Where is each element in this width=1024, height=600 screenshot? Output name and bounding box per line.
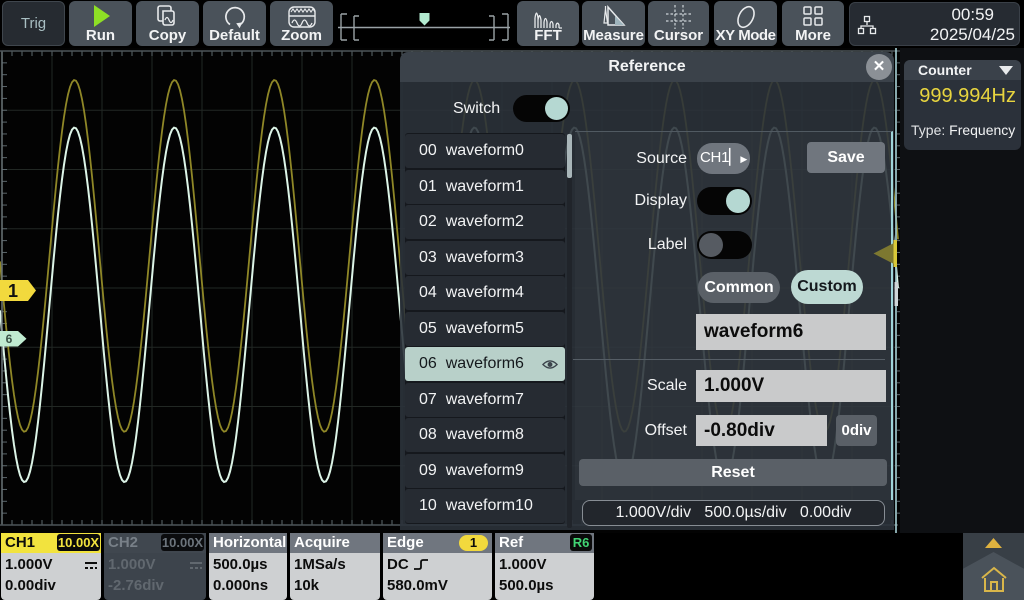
svg-text:6: 6 xyxy=(6,332,13,346)
svg-text:1: 1 xyxy=(8,281,18,301)
